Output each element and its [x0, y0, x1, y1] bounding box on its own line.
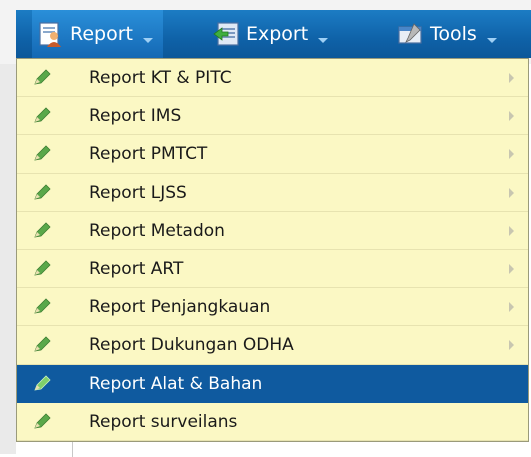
menu-item[interactable]: Report LJSS: [17, 174, 528, 212]
left-panel: [0, 64, 16, 454]
menu-item-label: Report PMTCT: [89, 144, 208, 165]
menu-item[interactable]: Report KT & PITC: [17, 59, 528, 98]
menu-item[interactable]: Report Alat & Bahan: [17, 364, 528, 403]
pencil-icon: [34, 413, 51, 429]
pencil-icon: [34, 222, 51, 238]
pencil-icon: [34, 298, 51, 314]
menu-item[interactable]: Report Dukungan ODHA: [17, 326, 528, 365]
menu-item[interactable]: Report Penjangkauan: [17, 288, 528, 327]
menu-item-label: Report IMS: [89, 106, 182, 127]
tools-icon: [398, 23, 422, 44]
menu-item[interactable]: Report surveilans: [17, 403, 528, 441]
report-user-icon: [39, 22, 61, 47]
menu-item[interactable]: Report Metadon: [17, 212, 528, 250]
pencil-icon: [34, 145, 51, 161]
menu-item-label: Report Alat & Bahan: [89, 373, 263, 394]
menu-item[interactable]: Report PMTCT: [17, 135, 528, 174]
chevron-down-icon: [142, 37, 153, 43]
menu-report[interactable]: Report: [32, 10, 163, 58]
menu-item-label: Report ART: [89, 259, 184, 279]
chevron-right-icon: [509, 111, 514, 122]
chevron-right-icon: [509, 149, 514, 160]
menu-export[interactable]: Export: [212, 10, 329, 58]
menu-item-label: Report Dukungan ODHA: [89, 335, 294, 356]
export-icon: [213, 22, 239, 46]
menu-bar: Report Export Tools: [16, 10, 531, 58]
chevron-right-icon: [509, 264, 514, 275]
menu-item-label: Report KT & PITC: [89, 68, 232, 88]
menu-report-label: Report: [70, 23, 133, 45]
chevron-down-icon: [318, 37, 329, 43]
pencil-icon: [34, 336, 51, 352]
menu-item-label: Report Penjangkauan: [89, 297, 271, 318]
pencil-icon: [34, 69, 51, 85]
chevron-right-icon: [509, 187, 514, 198]
report-dropdown-menu: Report KT & PITC Report IMS Report PMTCT Re…: [16, 58, 529, 442]
menu-tools-label: Tools: [430, 23, 477, 45]
menu-item[interactable]: Report ART: [17, 250, 528, 289]
pencil-icon: [34, 184, 51, 200]
app-window: Report Export Tools Report KT & PITC Rep…: [0, 0, 531, 457]
menu-item-label: Report Metadon: [89, 220, 225, 241]
chevron-down-icon: [486, 37, 497, 43]
menu-item[interactable]: Report IMS: [17, 97, 528, 136]
chevron-right-icon: [509, 340, 514, 351]
menu-item-label: Report surveilans: [89, 411, 238, 432]
pencil-icon: [34, 260, 51, 276]
chevron-right-icon: [509, 73, 514, 84]
menu-tools[interactable]: Tools: [396, 10, 497, 58]
menu-item-label: Report LJSS: [89, 182, 187, 203]
chevron-right-icon: [509, 302, 514, 313]
pencil-icon: [34, 107, 51, 123]
menu-export-label: Export: [246, 23, 309, 45]
chevron-right-icon: [509, 225, 514, 236]
pencil-icon: [34, 375, 51, 391]
